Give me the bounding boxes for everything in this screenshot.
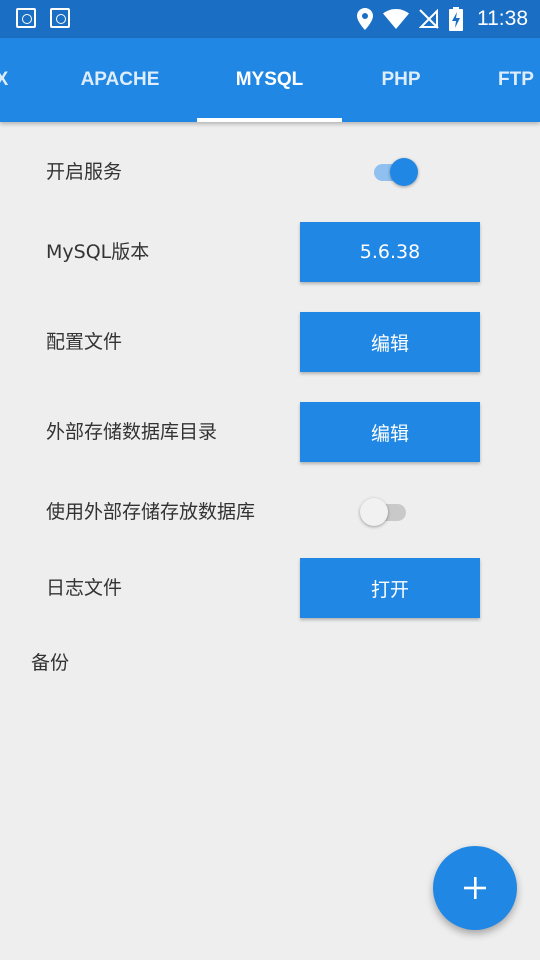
start-service-label: 开启服务 [46, 161, 123, 183]
start-service-switch[interactable] [368, 154, 420, 190]
status-time: 11:38 [477, 7, 528, 30]
tab-partial[interactable]: X [0, 38, 14, 122]
notification-app-icon [50, 8, 70, 28]
tab-active-indicator [197, 118, 342, 122]
location-icon [357, 8, 373, 30]
plus-icon [464, 877, 486, 899]
external-db-dir-edit-button[interactable]: 编辑 [300, 402, 480, 462]
status-bar-notifications [16, 8, 70, 28]
tab-ftp[interactable]: FTP [478, 38, 540, 122]
log-file-label: 日志文件 [46, 577, 123, 599]
tab-bar: X APACHE MYSQL PHP FTP [0, 38, 540, 122]
status-bar-system-icons: 11:38 [357, 0, 528, 38]
mysql-version-button[interactable]: 5.6.38 [300, 222, 480, 282]
config-file-label: 配置文件 [46, 331, 123, 353]
mysql-version-label: MySQL版本 [46, 241, 150, 263]
log-file-open-button[interactable]: 打开 [300, 558, 480, 618]
battery-charging-icon [449, 7, 463, 31]
use-external-storage-switch[interactable] [360, 494, 412, 530]
switch-thumb [360, 498, 388, 526]
switch-thumb [390, 158, 418, 186]
status-bar: 11:38 [0, 0, 540, 38]
config-file-edit-button[interactable]: 编辑 [300, 312, 480, 372]
tab-php[interactable]: PHP [345, 38, 457, 122]
tab-apache[interactable]: APACHE [55, 38, 185, 122]
no-sim-icon [419, 9, 439, 29]
use-external-storage-label: 使用外部存储存放数据库 [46, 501, 256, 523]
tab-mysql[interactable]: MYSQL [197, 38, 342, 122]
external-db-dir-label: 外部存储数据库目录 [46, 421, 218, 443]
backup-section-label: 备份 [31, 652, 70, 674]
app-screen: 11:38 X APACHE MYSQL PHP FTP 开启服务 MySQL版… [0, 0, 540, 960]
wifi-icon [383, 9, 409, 29]
notification-app-icon [16, 8, 36, 28]
add-fab-button[interactable] [433, 846, 517, 930]
